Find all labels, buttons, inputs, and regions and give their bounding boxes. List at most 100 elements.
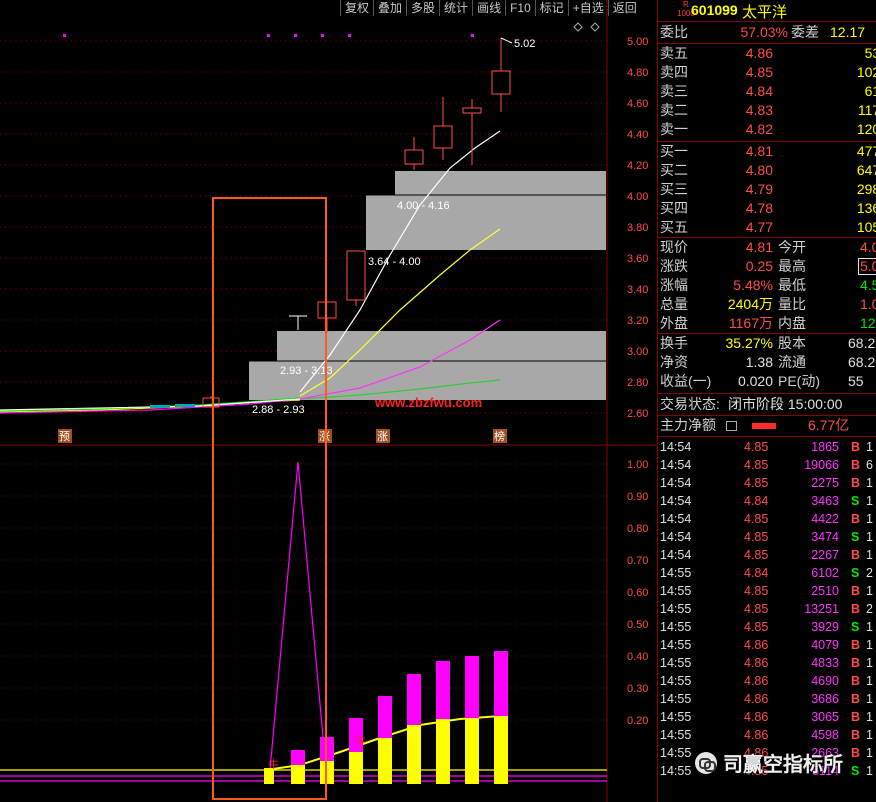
tick-row[interactable]: 14:55 4.86 4079 B 1 xyxy=(658,636,876,654)
ind-tick: 0.60 xyxy=(627,587,648,599)
sell-level-row[interactable]: 卖四 4.85 1020 xyxy=(658,63,876,82)
tick-row[interactable]: 14:55 4.86 3065 B 1 xyxy=(658,708,876,726)
tick-row[interactable]: 14:55 4.86 4598 B 1 xyxy=(658,726,876,744)
tick-volume: 4079 xyxy=(811,638,839,652)
sell-level-row[interactable]: 卖五 4.86 530 xyxy=(658,44,876,63)
stat-value: 1167万 xyxy=(728,315,773,331)
tick-volume: 3929 xyxy=(811,620,839,634)
flow-bar xyxy=(752,423,776,429)
tick-price: 4.85 xyxy=(744,620,769,634)
tick-time: 14:54 xyxy=(660,440,692,454)
tick-price: 4.86 xyxy=(744,674,769,688)
level-label: 卖二 xyxy=(660,102,688,118)
list-icon xyxy=(726,421,737,431)
stat-row[interactable]: 现价 4.81 今开 4.0 xyxy=(658,238,876,257)
tick-count: 2 xyxy=(866,602,873,616)
stat-label: 涨幅 xyxy=(660,277,688,293)
stock-name[interactable]: 太平洋 xyxy=(742,1,787,22)
tick-count: 6 xyxy=(866,458,873,472)
buy-level-row[interactable]: 买二 4.80 6475 xyxy=(658,161,876,180)
buy-level-row[interactable]: 买五 4.77 1051 xyxy=(658,218,876,237)
marker-bang: 榜 xyxy=(494,429,505,443)
stat-label: 股本 xyxy=(778,335,806,351)
tick-price: 4.86 xyxy=(744,710,769,724)
level-price: 4.82 xyxy=(745,121,773,137)
stat-value: 1236 xyxy=(860,315,876,331)
stat-row[interactable]: 外盘 1167万内盘 1236 xyxy=(658,314,876,333)
tick-time: 14:55 xyxy=(660,656,692,670)
tick-volume: 3065 xyxy=(811,710,839,724)
tick-count: 1 xyxy=(866,710,873,724)
sell-level-row[interactable]: 卖一 4.82 1200 xyxy=(658,120,876,139)
level-volume: 1170 xyxy=(857,102,876,118)
tick-row[interactable]: 14:55 4.85 2510 B 1 xyxy=(658,582,876,600)
stat-label: PE(动) xyxy=(778,373,820,389)
tick-volume: 2275 xyxy=(811,476,839,490)
event-markers[interactable]: 预 涨 涨 榜 xyxy=(58,429,507,443)
tick-side: B xyxy=(851,440,861,454)
stat-row[interactable]: 收益(一) 0.020 PE(动) 55 xyxy=(658,372,876,391)
buy-level-row[interactable]: 买一 4.81 4771 xyxy=(658,142,876,161)
tick-volume: 3463 xyxy=(811,494,839,508)
indicator-axis: 1.00 0.90 0.80 0.70 0.60 0.50 0.40 0.30 … xyxy=(627,459,648,727)
level-label: 卖一 xyxy=(660,121,688,137)
highlight-box xyxy=(212,197,327,800)
tick-side: B xyxy=(851,476,861,490)
tick-row[interactable]: 14:55 4.86 4690 B 1 xyxy=(658,672,876,690)
tick-row[interactable]: 14:54 4.85 2267 B 1 xyxy=(658,546,876,564)
tick-side: B xyxy=(851,512,861,526)
level-volume: 1020 xyxy=(856,64,876,80)
tick-row[interactable]: 14:54 4.84 3463 S 1 xyxy=(658,492,876,510)
stat-row[interactable]: 总量 2404万量比 1.0 xyxy=(658,295,876,314)
tick-price: 4.85 xyxy=(744,476,769,490)
sell-level-row[interactable]: 卖二 4.83 1170 xyxy=(658,101,876,120)
stat-row[interactable]: 净资 1.38 流通 68.2 xyxy=(658,353,876,372)
stat-row[interactable]: 涨幅 5.48% 最低 4.5 xyxy=(658,276,876,295)
stat-label: 现价 xyxy=(660,239,688,255)
tick-count: 1 xyxy=(866,746,873,760)
tick-side: B xyxy=(851,584,861,598)
tick-volume: 2267 xyxy=(811,548,839,562)
tick-count: 1 xyxy=(866,764,873,778)
indicator-lines xyxy=(0,461,607,782)
level-volume: 610 xyxy=(864,83,876,99)
stat-label: 流通 xyxy=(778,354,806,370)
stat-value: 4.81 xyxy=(745,239,773,255)
tick-count: 1 xyxy=(866,548,873,562)
sell-level-row[interactable]: 卖三 4.84 610 xyxy=(658,82,876,101)
kline-chart[interactable]: 5.00 4.80 4.60 4.40 4.20 4.00 3.80 3.60 … xyxy=(0,0,657,802)
tick-row[interactable]: 14:54 4.85 19066 B 6 xyxy=(658,456,876,474)
tick-row[interactable]: 14:54 4.85 2275 B 1 xyxy=(658,474,876,492)
tick-side: B xyxy=(851,674,861,688)
tick-row[interactable]: 14:55 4.85 3929 S 1 xyxy=(658,618,876,636)
main-flow-row[interactable]: 主力净额 6.77亿 xyxy=(658,416,876,435)
tick-row[interactable]: 14:55 4.86 4833 B 1 xyxy=(658,654,876,672)
level-price: 4.83 xyxy=(745,102,773,118)
niu-mark: 牛 xyxy=(268,757,279,771)
wechat-logo-icon xyxy=(695,751,717,774)
tick-price: 4.84 xyxy=(744,566,769,580)
diamond-icon[interactable] xyxy=(573,22,600,32)
buy-level-row[interactable]: 买三 4.79 2981 xyxy=(658,180,876,199)
tick-row[interactable]: 14:55 4.86 3686 B 1 xyxy=(658,690,876,708)
stock-code[interactable]: 601099 xyxy=(691,2,738,18)
stat-row[interactable]: 涨跌0.25最高5.0 xyxy=(658,257,876,276)
stat-value: 0.020 xyxy=(737,373,773,389)
marker-zhang: 涨 xyxy=(377,430,388,443)
buy-level-row[interactable]: 买四 4.78 1364 xyxy=(658,199,876,218)
level-label: 买三 xyxy=(660,181,688,197)
level-price: 4.85 xyxy=(745,64,773,80)
stat-label: 外盘 xyxy=(660,315,688,331)
tick-side: B xyxy=(851,548,861,562)
tick-row[interactable]: 14:55 4.84 6102 S 2 xyxy=(658,564,876,582)
tick-row[interactable]: 14:55 4.85 13251 B 2 xyxy=(658,600,876,618)
tick-volume: 6102 xyxy=(811,566,839,580)
stat-value: 68.2 xyxy=(848,354,876,370)
tick-row[interactable]: 14:54 4.85 3474 S 1 xyxy=(658,528,876,546)
stat-value: 5.48% xyxy=(733,277,773,293)
stat-row[interactable]: 换手 35.27% 股本 68.2 xyxy=(658,334,876,353)
tick-row[interactable]: 14:54 4.85 4422 B 1 xyxy=(658,510,876,528)
tick-row[interactable]: 14:54 4.85 1865 B 1 xyxy=(658,438,876,456)
indicator-grid xyxy=(0,463,607,721)
stat-value: 0.25 xyxy=(745,258,773,274)
